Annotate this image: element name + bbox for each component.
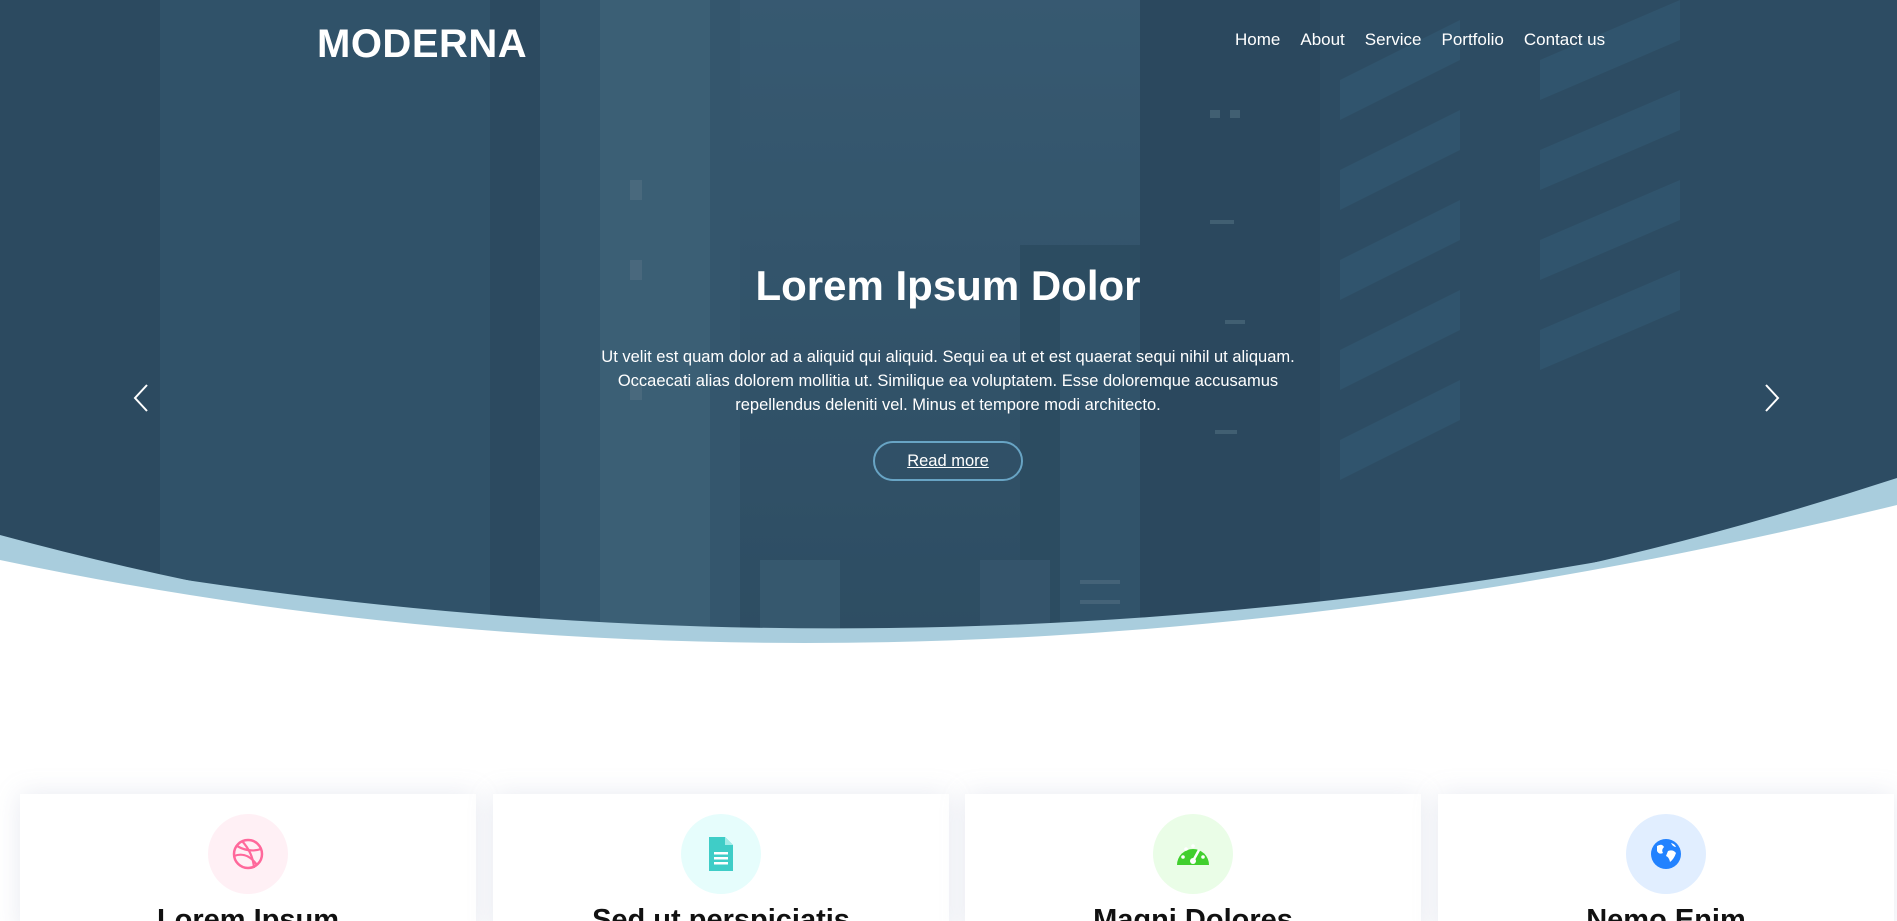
service-card-lorem-ipsum[interactable]: Lorem Ipsum xyxy=(20,794,476,921)
read-more-button[interactable]: Read more xyxy=(873,441,1023,481)
site-header: MODERNA Home About Service Portfolio Con… xyxy=(0,0,1897,80)
file-text-icon xyxy=(709,837,733,871)
hero-description: Ut velit est quam dolor ad a aliquid qui… xyxy=(601,348,1295,414)
nav-item-home[interactable]: Home xyxy=(1225,28,1290,52)
nav-item-about[interactable]: About xyxy=(1290,28,1354,52)
service-icon-circle xyxy=(208,814,288,894)
nav-item-portfolio[interactable]: Portfolio xyxy=(1431,28,1513,52)
hero-content: Lorem Ipsum Dolor Ut velit est quam dolo… xyxy=(598,255,1298,481)
carousel-next-button[interactable] xyxy=(1752,378,1792,418)
site-logo[interactable]: MODERNA xyxy=(317,20,527,68)
hero-title: Lorem Ipsum Dolor xyxy=(755,262,1141,309)
chevron-left-icon xyxy=(133,384,148,412)
services-section: Lorem Ipsum Sed ut perspiciatis Magni Do… xyxy=(0,794,1897,921)
nav-item-contact-us[interactable]: Contact us xyxy=(1514,28,1615,52)
service-icon-circle xyxy=(1153,814,1233,894)
main-nav: Home About Service Portfolio Contact us xyxy=(1225,28,1615,52)
carousel-prev-button[interactable] xyxy=(121,378,161,418)
nav-item-service[interactable]: Service xyxy=(1355,28,1432,52)
chevron-right-icon xyxy=(1765,384,1780,412)
service-card-magni-dolores[interactable]: Magni Dolores xyxy=(965,794,1421,921)
service-icon-circle xyxy=(681,814,761,894)
service-card-nemo-enim[interactable]: Nemo Enim xyxy=(1438,794,1894,921)
service-title: Sed ut perspiciatis xyxy=(592,904,850,921)
tachometer-icon xyxy=(1177,844,1209,865)
service-icon-circle xyxy=(1626,814,1706,894)
service-card-sed-ut-perspiciatis[interactable]: Sed ut perspiciatis xyxy=(493,794,949,921)
world-icon xyxy=(1651,839,1681,869)
hero-section: MODERNA Home About Service Portfolio Con… xyxy=(0,0,1897,660)
service-title: Lorem Ipsum xyxy=(156,904,340,921)
dribbble-icon xyxy=(232,838,264,870)
service-title: Magni Dolores xyxy=(1093,904,1293,921)
service-title: Nemo Enim xyxy=(1586,904,1746,921)
